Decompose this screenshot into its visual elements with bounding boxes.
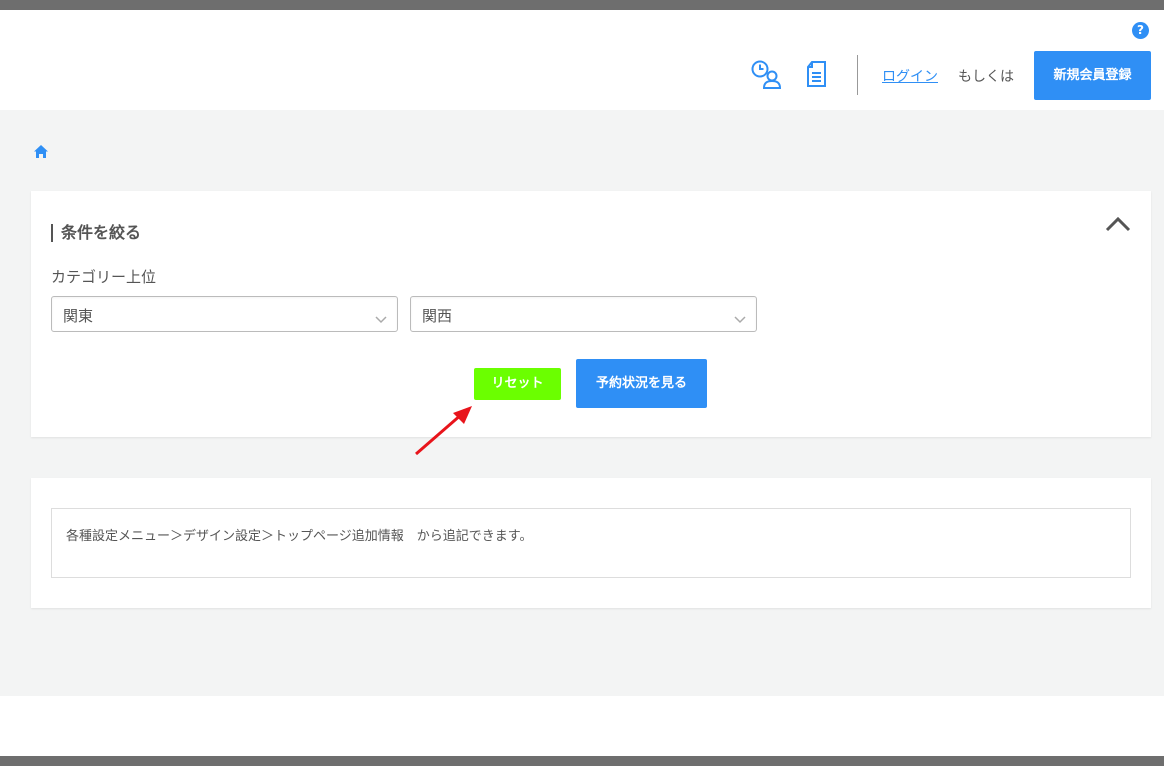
- header-divider: [857, 55, 858, 95]
- view-availability-button[interactable]: 予約状況を見る: [576, 359, 707, 408]
- help-icon[interactable]: ?: [1132, 22, 1149, 39]
- chevron-down-icon: [734, 309, 746, 328]
- info-box: 各種設定メニュー＞デザイン設定＞トップページ追加情報 から追記できます。: [51, 508, 1131, 578]
- region-select-1[interactable]: 関東: [51, 296, 398, 332]
- register-button[interactable]: 新規会員登録: [1034, 51, 1151, 100]
- info-text: 各種設定メニュー＞デザイン設定＞トップページ追加情報 から追記できます。: [66, 529, 533, 544]
- top-frame-bar: [0, 0, 1164, 10]
- main-content: 条件を絞る カテゴリー上位 関東 関西 リセット 予約状況を見る 各種設定メニュ…: [0, 110, 1164, 696]
- filter-panel: 条件を絞る カテゴリー上位 関東 関西 リセット 予約状況を見る: [31, 191, 1151, 437]
- chevron-down-icon: [375, 309, 387, 328]
- reset-button[interactable]: リセット: [474, 368, 561, 400]
- select-value: 関西: [422, 307, 453, 325]
- select-value: 関東: [63, 307, 94, 325]
- history-icon[interactable]: [750, 60, 784, 94]
- document-icon[interactable]: [805, 60, 829, 92]
- annotation-arrow-icon: [410, 400, 480, 464]
- region-select-2[interactable]: 関西: [410, 296, 757, 332]
- category-label: カテゴリー上位: [51, 268, 157, 286]
- or-text: もしくは: [958, 69, 1014, 85]
- chevron-up-icon[interactable]: [1105, 216, 1131, 236]
- info-panel: 各種設定メニュー＞デザイン設定＞トップページ追加情報 から追記できます。: [31, 478, 1151, 608]
- bottom-frame-bar: [0, 756, 1164, 766]
- filter-panel-title: 条件を絞る: [51, 224, 141, 242]
- site-header: ? ログイン もしくは 新規会員登録: [0, 10, 1164, 110]
- home-icon[interactable]: [33, 144, 49, 163]
- login-link[interactable]: ログイン: [882, 66, 938, 86]
